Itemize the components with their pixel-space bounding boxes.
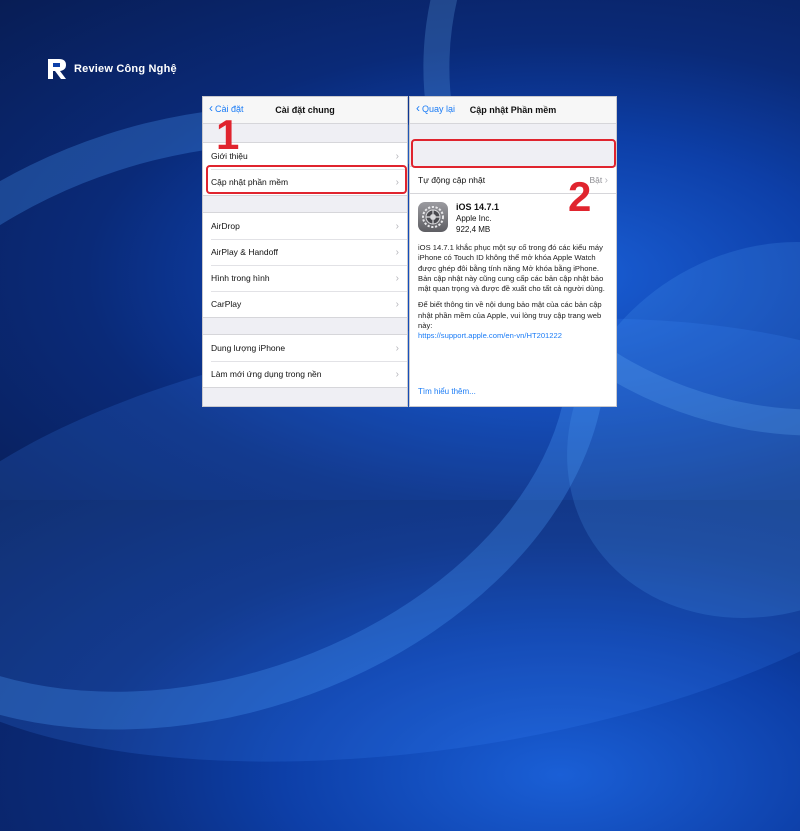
security-note: Để biết thông tin về nội dung bảo mật củ… bbox=[418, 300, 602, 331]
brand-name: Review Công Nghệ bbox=[74, 63, 177, 75]
settings-group: AirDrop › AirPlay & Handoff › Hình trong h… bbox=[203, 212, 407, 318]
chevron-right-icon: › bbox=[395, 298, 399, 310]
chevron-right-icon: › bbox=[604, 174, 608, 186]
chevron-right-icon: › bbox=[395, 246, 399, 258]
chevron-right-icon: › bbox=[395, 150, 399, 162]
security-link[interactable]: https://support.apple.com/en-vn/HT201222 bbox=[418, 331, 608, 341]
chevron-right-icon: › bbox=[395, 272, 399, 284]
update-name: iOS 14.7.1 bbox=[456, 202, 500, 212]
step-number-2: 2 bbox=[568, 173, 592, 220]
learn-more-link[interactable]: Tìm hiểu thêm... bbox=[418, 387, 476, 396]
row-background-refresh[interactable]: Làm mới ứng dụng trong nền › bbox=[203, 361, 407, 387]
row-carplay[interactable]: CarPlay › bbox=[203, 291, 407, 317]
settings-group: Dung lượng iPhone › Làm mới ứng dụng tron… bbox=[203, 334, 407, 388]
chevron-right-icon: › bbox=[395, 176, 399, 188]
auto-update-value: Bật bbox=[589, 174, 603, 185]
row-airdrop[interactable]: AirDrop › bbox=[203, 213, 407, 239]
chevron-right-icon: › bbox=[395, 342, 399, 354]
chevron-right-icon: › bbox=[395, 220, 399, 232]
row-software-update[interactable]: Cập nhật phần mềm › bbox=[203, 169, 407, 195]
brand-logo: Review Công Nghệ bbox=[46, 58, 177, 80]
update-meta: iOS 14.7.1 Apple Inc. 922,4 MB bbox=[456, 202, 499, 235]
update-size: 922,4 MB bbox=[456, 225, 491, 234]
update-vendor: Apple Inc. bbox=[456, 214, 492, 223]
brand-logo-icon bbox=[48, 59, 66, 79]
row-airplay-handoff[interactable]: AirPlay & Handoff › bbox=[203, 239, 407, 265]
software-update-screen: ‹ Quay lại Cập nhật Phần mềm Tự động cập… bbox=[409, 96, 617, 407]
row-iphone-storage[interactable]: Dung lượng iPhone › bbox=[203, 335, 407, 361]
page-title: Cập nhật Phần mềm bbox=[469, 105, 557, 115]
step-number-1: 1 bbox=[216, 111, 240, 158]
auto-update-label: Tự động cập nhật bbox=[418, 175, 486, 185]
description-text: iOS 14.7.1 khắc phục một sự cố trong đó … bbox=[418, 243, 605, 294]
row-picture-in-picture[interactable]: Hình trong hình › bbox=[203, 265, 407, 291]
chevron-right-icon: › bbox=[395, 368, 399, 380]
settings-gear-icon bbox=[418, 202, 448, 232]
update-description: iOS 14.7.1 khắc phục một sự cố trong đó … bbox=[410, 235, 616, 342]
navbar: ‹ Quay lại Cập nhật Phần mềm bbox=[410, 97, 616, 124]
